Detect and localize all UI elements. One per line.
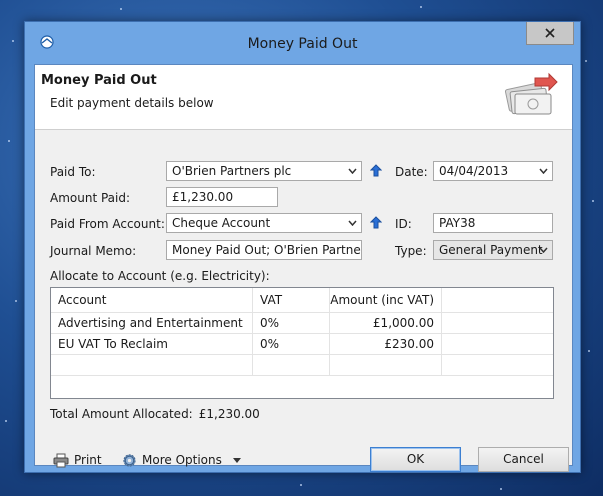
- paid-from-account-value: Cheque Account: [172, 216, 271, 230]
- total-label: Total Amount Allocated:: [50, 407, 193, 421]
- account-cell[interactable]: [51, 355, 253, 375]
- paid-from-account-label: Paid From Account:: [50, 217, 165, 231]
- title-bar[interactable]: Money Paid Out: [25, 22, 580, 62]
- empty-cell: [442, 355, 553, 375]
- id-input[interactable]: PAY38: [433, 213, 553, 233]
- print-button[interactable]: Print: [53, 450, 102, 470]
- print-label: Print: [74, 453, 102, 467]
- amount-cell[interactable]: £230.00: [330, 334, 442, 354]
- close-button[interactable]: [526, 22, 574, 45]
- more-options-label: More Options: [142, 453, 222, 467]
- paid-to-value: O'Brien Partners plc: [172, 164, 292, 178]
- ok-button[interactable]: OK: [370, 447, 461, 472]
- chevron-down-icon[interactable]: [539, 247, 548, 253]
- amount-paid-input[interactable]: £1,230.00: [166, 187, 278, 207]
- empty-cell: [442, 334, 553, 354]
- date-picker[interactable]: 04/04/2013: [433, 161, 553, 181]
- type-combobox[interactable]: General Payment: [433, 240, 553, 260]
- chevron-down-icon[interactable]: [348, 168, 357, 174]
- caret-down-icon: [232, 457, 241, 463]
- account-cell[interactable]: EU VAT To Reclaim: [51, 334, 253, 354]
- column-header-account[interactable]: Account: [51, 288, 253, 312]
- chevron-down-icon[interactable]: [348, 220, 357, 226]
- cash-payment-icon: [504, 72, 558, 115]
- table-row[interactable]: Advertising and Entertainment 0% £1,000.…: [51, 313, 553, 334]
- more-options-button[interactable]: More Options: [122, 450, 241, 470]
- header-panel: Money Paid Out Edit payment details belo…: [35, 65, 572, 130]
- printer-icon: [53, 453, 69, 467]
- amount-cell[interactable]: [330, 355, 442, 375]
- cancel-button[interactable]: Cancel: [478, 447, 569, 472]
- account-cell[interactable]: Advertising and Entertainment: [51, 313, 253, 333]
- gear-icon: [123, 453, 136, 467]
- grid-header-row: Account VAT Amount (inc VAT): [51, 288, 553, 313]
- vat-cell[interactable]: 0%: [253, 313, 330, 333]
- table-row-empty[interactable]: [51, 355, 553, 376]
- paid-to-combobox[interactable]: O'Brien Partners plc: [166, 161, 362, 181]
- vat-cell[interactable]: [253, 355, 330, 375]
- column-header-amount[interactable]: Amount (inc VAT): [330, 288, 442, 312]
- type-label: Type:: [395, 244, 427, 258]
- empty-cell: [442, 313, 553, 333]
- type-value: General Payment: [439, 243, 543, 257]
- date-value: 04/04/2013: [439, 164, 509, 178]
- chevron-down-icon[interactable]: [539, 168, 548, 174]
- amount-paid-label: Amount Paid:: [50, 191, 131, 205]
- column-header-vat[interactable]: VAT: [253, 288, 330, 312]
- header-title: Money Paid Out: [41, 73, 157, 88]
- amount-cell[interactable]: £1,000.00: [330, 313, 442, 333]
- id-label: ID:: [395, 217, 412, 231]
- journal-memo-input[interactable]: Money Paid Out; O'Brien Partners p: [166, 240, 362, 260]
- date-label: Date:: [395, 165, 428, 179]
- paid-from-account-combobox[interactable]: Cheque Account: [166, 213, 362, 233]
- paid-to-label: Paid To:: [50, 165, 96, 179]
- header-subtitle: Edit payment details below: [50, 96, 214, 110]
- column-header-empty: [442, 288, 553, 312]
- total-value: £1,230.00: [198, 407, 260, 421]
- close-icon: [545, 28, 555, 38]
- paid-to-details-arrow-icon[interactable]: [370, 164, 382, 177]
- total-amount-allocated: Total Amount Allocated: £1,230.00: [50, 407, 260, 421]
- window-title: Money Paid Out: [247, 36, 358, 52]
- vat-cell[interactable]: 0%: [253, 334, 330, 354]
- allocate-to-account-label: Allocate to Account (e.g. Electricity):: [50, 269, 270, 283]
- paid-from-details-arrow-icon[interactable]: [370, 216, 382, 229]
- money-paid-out-window: Money Paid Out Money Paid Out Edit payme…: [24, 21, 581, 473]
- allocation-grid[interactable]: Account VAT Amount (inc VAT) Advertising…: [50, 287, 554, 399]
- journal-memo-label: Journal Memo:: [50, 244, 137, 258]
- dialog-client-area: Money Paid Out Edit payment details belo…: [34, 64, 573, 472]
- table-row[interactable]: EU VAT To Reclaim 0% £230.00: [51, 334, 553, 355]
